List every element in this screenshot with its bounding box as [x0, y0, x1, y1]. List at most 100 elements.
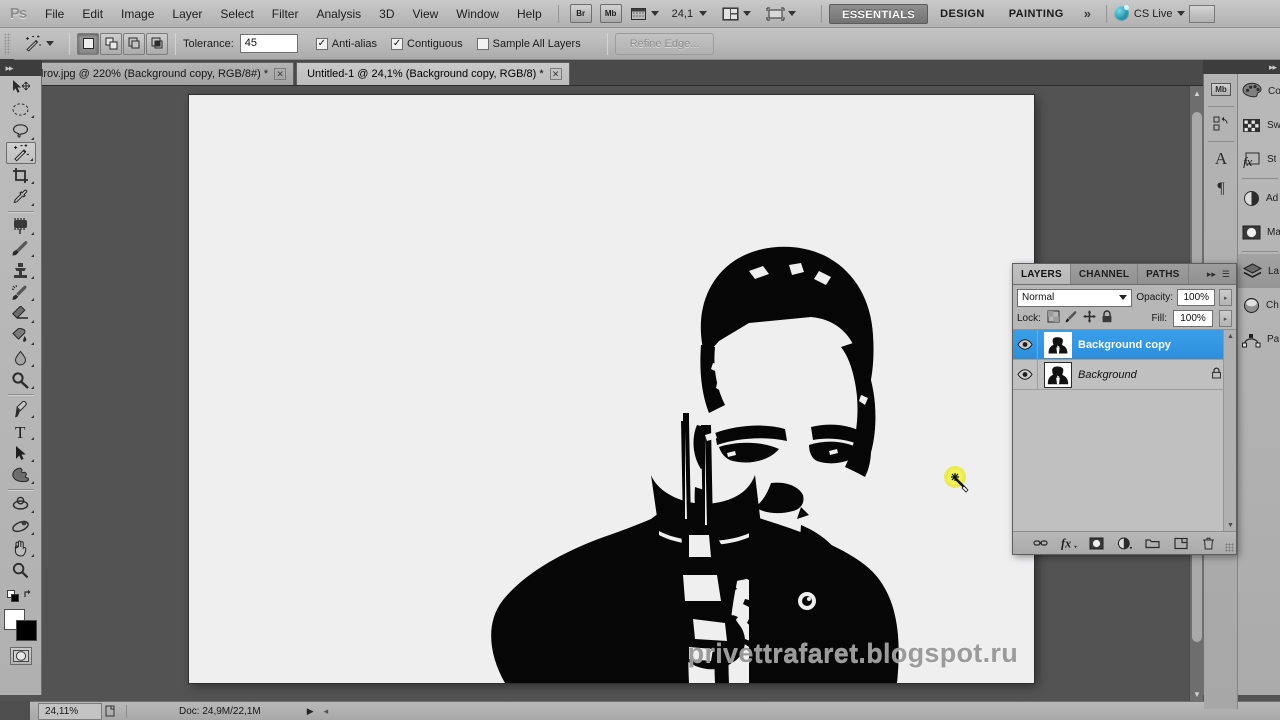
- layer-name[interactable]: Background: [1078, 369, 1137, 381]
- sample-all-layers-checkbox-row[interactable]: Sample All Layers: [476, 37, 581, 50]
- selection-mode-new[interactable]: [77, 32, 99, 55]
- scroll-down-icon[interactable]: ▼: [1224, 519, 1236, 531]
- lock-position-icon[interactable]: [1083, 310, 1096, 328]
- tolerance-input[interactable]: 45: [239, 34, 298, 53]
- dock-panel-paths[interactable]: Pa: [1238, 322, 1280, 356]
- cs-live-button[interactable]: CS Live: [1113, 5, 1186, 21]
- window-control-button[interactable]: [1189, 4, 1216, 23]
- right-dock-collapse-icon[interactable]: ▸▸: [1203, 60, 1280, 74]
- dock-panel-styles[interactable]: fx St: [1238, 142, 1280, 176]
- anti-alias-checkbox-row[interactable]: ✓ Anti-alias: [315, 37, 377, 50]
- scroll-down-icon[interactable]: ▼: [1190, 687, 1203, 701]
- tab-channels[interactable]: CHANNEL: [1071, 264, 1139, 284]
- tool-clone-stamp[interactable]: [6, 259, 36, 281]
- fill-input[interactable]: 100%: [1173, 310, 1213, 327]
- contiguous-checkbox-row[interactable]: ✓ Contiguous: [391, 37, 463, 50]
- quick-mask-icon[interactable]: [9, 647, 32, 665]
- history-icon[interactable]: [1204, 109, 1238, 139]
- dock-panel-layers[interactable]: La: [1238, 254, 1280, 288]
- lock-image-pixels-icon[interactable]: [1065, 310, 1078, 328]
- swap-colors-icon[interactable]: [23, 587, 35, 605]
- tool-hand[interactable]: [6, 537, 36, 559]
- menu-layer[interactable]: Layer: [163, 0, 211, 28]
- panel-menu-icon[interactable]: ☰: [1222, 269, 1230, 280]
- document-tab-untitled-1[interactable]: Untitled-1 @ 24,1% (Background copy, RGB…: [296, 62, 570, 85]
- lock-transparent-pixels-icon[interactable]: [1047, 310, 1060, 328]
- tool-3d-orbit[interactable]: [6, 515, 36, 537]
- dock-panel-color[interactable]: Co: [1238, 74, 1280, 108]
- tool-blur[interactable]: [6, 347, 36, 369]
- tool-horizontal-type[interactable]: T: [6, 420, 36, 442]
- tool-eyedropper[interactable]: [6, 186, 36, 208]
- tool-lasso[interactable]: [6, 120, 36, 142]
- paragraph-icon[interactable]: ¶: [1204, 174, 1238, 204]
- delete-layer-icon[interactable]: [1201, 535, 1217, 551]
- dock-panel-adjustments[interactable]: Ad: [1238, 181, 1280, 215]
- menu-select[interactable]: Select: [211, 0, 262, 28]
- color-swatches[interactable]: [3, 609, 38, 641]
- tool-history-brush[interactable]: [6, 281, 36, 303]
- menu-file[interactable]: File: [36, 0, 73, 28]
- menu-image[interactable]: Image: [112, 0, 163, 28]
- link-layers-icon[interactable]: [1033, 535, 1049, 551]
- menu-view[interactable]: View: [403, 0, 447, 28]
- close-icon[interactable]: ✕: [549, 68, 562, 80]
- view-extras-button[interactable]: [629, 6, 659, 22]
- add-layer-mask-icon[interactable]: [1089, 535, 1105, 551]
- dock-panel-swatches[interactable]: Sw: [1238, 108, 1280, 142]
- menu-3d[interactable]: 3D: [370, 0, 403, 28]
- fill-stepper[interactable]: ▸: [1219, 310, 1232, 327]
- layer-thumbnail[interactable]: [1044, 331, 1072, 358]
- document-canvas[interactable]: privettrafaret.blogspot.ru: [189, 95, 1034, 683]
- layer-thumbnail[interactable]: [1044, 361, 1072, 388]
- arrange-documents-button[interactable]: [721, 6, 752, 22]
- layer-visibility-toggle[interactable]: [1013, 359, 1038, 390]
- tool-custom-shape[interactable]: [6, 464, 36, 486]
- dock-panel-channels[interactable]: Ch: [1238, 288, 1280, 322]
- document-preview-icon[interactable]: [102, 705, 120, 717]
- opacity-stepper[interactable]: ▸: [1219, 289, 1232, 306]
- tool-elliptical-marquee[interactable]: [6, 98, 36, 120]
- tool-zoom[interactable]: [6, 559, 36, 581]
- selection-mode-intersect[interactable]: [146, 32, 168, 55]
- contiguous-checkbox[interactable]: ✓: [391, 37, 404, 50]
- close-icon[interactable]: ✕: [274, 68, 287, 80]
- new-group-icon[interactable]: [1145, 535, 1161, 551]
- background-color-swatch[interactable]: [15, 620, 37, 641]
- menu-edit[interactable]: Edit: [73, 0, 112, 28]
- layers-list[interactable]: Background copy Background ▲ ▼: [1013, 330, 1236, 532]
- layer-row-background[interactable]: Background: [1013, 359, 1236, 390]
- options-bar-grip[interactable]: [4, 32, 11, 55]
- zoom-level-value[interactable]: 24,1: [672, 8, 693, 20]
- menu-window[interactable]: Window: [447, 0, 508, 28]
- tool-3d-rotate[interactable]: [6, 493, 36, 515]
- tool-magic-wand[interactable]: [5, 142, 36, 164]
- lock-all-icon[interactable]: [1101, 309, 1113, 328]
- tool-move[interactable]: [6, 76, 36, 98]
- sample-all-layers-checkbox[interactable]: [476, 37, 489, 50]
- document-tab-bodrov[interactable]: bodrov.jpg @ 220% (Background copy, RGB/…: [14, 62, 295, 85]
- menu-analysis[interactable]: Analysis: [307, 0, 370, 28]
- layer-row-background-copy[interactable]: Background copy: [1013, 330, 1236, 360]
- layer-name[interactable]: Background copy: [1078, 339, 1171, 351]
- tool-pen[interactable]: [6, 398, 36, 420]
- current-tool-button[interactable]: [15, 35, 62, 52]
- workspace-design[interactable]: DESIGN: [928, 4, 997, 24]
- layer-visibility-toggle[interactable]: [1013, 330, 1038, 360]
- tool-crop[interactable]: [6, 164, 36, 186]
- menu-help[interactable]: Help: [508, 0, 551, 28]
- add-layer-style-icon[interactable]: fx: [1061, 535, 1077, 551]
- zoom-percentage-field[interactable]: 24,11%: [38, 702, 102, 720]
- screen-mode-button[interactable]: [766, 6, 797, 22]
- character-icon[interactable]: A: [1204, 144, 1238, 174]
- more-workspaces-button[interactable]: »: [1076, 6, 1099, 21]
- zoom-chevron-down-icon[interactable]: [699, 11, 708, 16]
- scroll-up-icon[interactable]: ▲: [1190, 86, 1203, 100]
- tool-spot-healing-brush[interactable]: [6, 215, 36, 237]
- default-colors-icon[interactable]: [6, 590, 19, 602]
- tool-gradient[interactable]: [6, 325, 36, 347]
- dock-panel-masks[interactable]: Ma: [1238, 215, 1280, 249]
- tab-paths[interactable]: PATHS: [1138, 264, 1189, 284]
- selection-mode-add[interactable]: [100, 32, 122, 55]
- collapse-icon[interactable]: ▸▸: [1207, 269, 1216, 280]
